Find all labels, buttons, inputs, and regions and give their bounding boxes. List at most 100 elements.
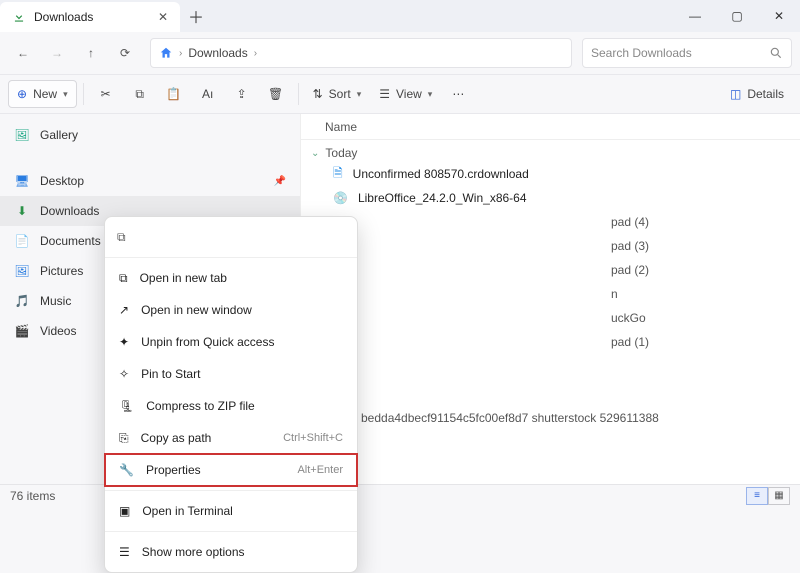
sort-label: Sort [329, 87, 351, 101]
search-placeholder: Search Downloads [591, 46, 692, 60]
more-icon: ☰ [119, 545, 130, 559]
videos-icon: 🎬 [14, 324, 30, 338]
up-button[interactable]: ↑ [76, 38, 106, 68]
copy-icon: ⧉ [135, 87, 144, 102]
context-menu: ⧉ ⧉ Open in new tab ↗ Open in new window… [104, 216, 358, 573]
chevron-right-icon: › [254, 48, 257, 59]
cut-icon: ✂ [101, 87, 111, 101]
ctx-show-more-options[interactable]: ☰ Show more options [105, 536, 357, 568]
view-icon: ☰ [379, 87, 390, 101]
pin-icon: ✧ [119, 367, 129, 381]
tab-icon: ⧉ [119, 271, 128, 286]
view-button[interactable]: ☰ View ▾ [371, 80, 440, 108]
ctx-label: Compress to ZIP file [146, 399, 254, 413]
tab-downloads[interactable]: Downloads ✕ [0, 2, 180, 32]
ctx-label: Copy as path [141, 431, 212, 445]
paste-icon: 📋 [166, 87, 181, 101]
refresh-button[interactable]: ⟳ [110, 38, 140, 68]
file-row-peek: pad (2) [301, 258, 800, 282]
share-button[interactable]: ⇪ [226, 80, 258, 108]
plus-circle-icon: ⊕ [17, 87, 27, 101]
ctx-open-new-tab[interactable]: ⧉ Open in new tab [105, 262, 357, 294]
add-tab-button[interactable]: ＋ [180, 0, 212, 32]
view-switcher: ≡ ▦ [746, 487, 790, 505]
ctx-pin-to-start[interactable]: ✧ Pin to Start [105, 358, 357, 390]
shortcut-label: Alt+Enter [297, 464, 343, 476]
separator [105, 490, 357, 491]
group-today[interactable]: ⌄ Today [301, 140, 800, 162]
copy-icon[interactable]: ⧉ [117, 230, 126, 245]
chevron-down-icon: ⌄ [311, 148, 319, 159]
back-button[interactable]: ← [8, 38, 38, 68]
delete-button[interactable]: 🗑 [260, 80, 292, 108]
separator [83, 83, 84, 105]
breadcrumb-current: Downloads [188, 46, 247, 60]
close-window-button[interactable]: ✕ [758, 0, 800, 32]
download-icon [12, 10, 26, 24]
breadcrumb[interactable]: › Downloads › [150, 38, 572, 68]
desktop-icon: 🖥 [14, 174, 30, 188]
ctx-label: Open in new window [141, 303, 252, 317]
download-icon: ⬇ [14, 204, 30, 218]
close-tab-icon[interactable]: ✕ [158, 10, 168, 24]
ctx-label: Show more options [142, 545, 245, 559]
minimize-button[interactable]: — [674, 0, 716, 32]
file-icon: 🗎 [333, 164, 343, 185]
ctx-copy-as-path[interactable]: ⎘ Copy as path Ctrl+Shift+C [105, 422, 357, 454]
search-icon [769, 46, 783, 60]
cut-button[interactable]: ✂ [90, 80, 122, 108]
title-bar: Downloads ✕ ＋ — ▢ ✕ [0, 0, 800, 32]
search-input[interactable]: Search Downloads [582, 38, 792, 68]
file-row-peek: pad (3) [301, 234, 800, 258]
sidebar-item-desktop[interactable]: 🖥 Desktop 📌 [0, 166, 300, 196]
ctx-label: Open in new tab [140, 271, 227, 285]
sort-icon: ⇅ [313, 87, 323, 101]
group-label: Today [325, 146, 357, 160]
file-row[interactable]: 🗎 Unconfirmed 808570.crdownload [301, 162, 800, 186]
sidebar-item-gallery[interactable]: 🖼 Gallery [0, 120, 300, 150]
more-icon: ⋯ [452, 87, 464, 101]
status-item-count: 76 items [10, 489, 55, 503]
ctx-label: Open in Terminal [142, 504, 233, 518]
ctx-unpin-quick-access[interactable]: ✦ Unpin from Quick access [105, 326, 357, 358]
file-row-peek: pad (4) [301, 210, 800, 234]
view-details-button[interactable]: ≡ [746, 487, 768, 505]
ctx-compress-zip[interactable]: 🗜 Compress to ZIP file [105, 390, 357, 422]
chevron-right-icon: › [179, 48, 182, 59]
documents-icon: 📄 [14, 234, 30, 248]
column-header-name[interactable]: Name [301, 114, 800, 140]
ctx-properties[interactable]: 🔧 Properties Alt+Enter [105, 454, 357, 486]
separator [105, 531, 357, 532]
details-pane-icon: ◫ [730, 87, 741, 101]
ctx-open-terminal[interactable]: ▣ Open in Terminal [105, 495, 357, 527]
new-button[interactable]: ⊕ New ▾ [8, 80, 77, 108]
forward-button[interactable]: → [42, 38, 72, 68]
nav-row: ← → ↑ ⟳ › Downloads › Search Downloads [0, 32, 800, 74]
file-row[interactable]: 💿 LibreOffice_24.2.0_Win_x86-64 [301, 186, 800, 210]
path-icon: ⎘ [119, 431, 129, 446]
home-icon [159, 46, 173, 60]
sidebar-item-label: Documents [40, 234, 101, 248]
sort-button[interactable]: ⇅ Sort ▾ [305, 80, 370, 108]
ctx-open-new-window[interactable]: ↗ Open in new window [105, 294, 357, 326]
chevron-down-icon: ▾ [63, 89, 68, 100]
music-icon: 🎵 [14, 294, 30, 308]
sidebar-item-label: Desktop [40, 174, 84, 188]
pictures-icon: 🖼 [14, 264, 30, 278]
window-controls: — ▢ ✕ [674, 0, 800, 32]
chevron-down-icon: ▾ [357, 89, 362, 100]
rename-button[interactable]: Aı [192, 80, 224, 108]
sidebar-item-label: Videos [40, 324, 76, 338]
file-row-peek: n [301, 282, 800, 306]
file-row-peek: uckGo [301, 306, 800, 330]
sidebar-item-label: Pictures [40, 264, 83, 278]
details-button[interactable]: ◫ Details [722, 80, 792, 108]
unpin-icon: ✦ [119, 335, 129, 349]
paste-button[interactable]: 📋 [158, 80, 190, 108]
pin-icon: 📌 [274, 176, 286, 187]
maximize-button[interactable]: ▢ [716, 0, 758, 32]
more-button[interactable]: ⋯ [442, 80, 474, 108]
view-grid-button[interactable]: ▦ [768, 487, 790, 505]
copy-button[interactable]: ⧉ [124, 80, 156, 108]
toolbar: ⊕ New ▾ ✂ ⧉ 📋 Aı ⇪ 🗑 ⇅ Sort ▾ ☰ View ▾ ⋯… [0, 74, 800, 114]
